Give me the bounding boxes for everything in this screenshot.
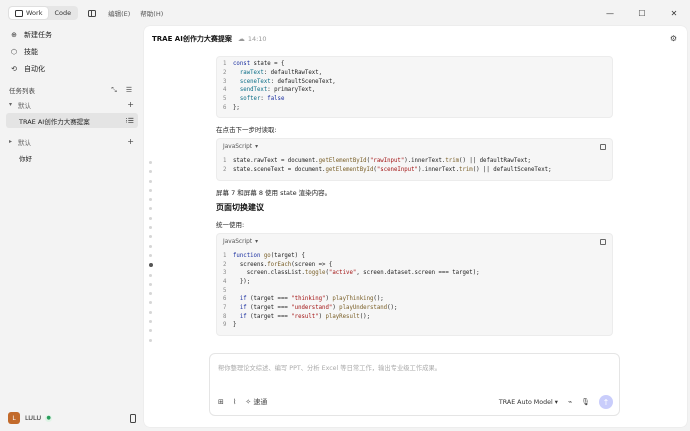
task-group-default-2[interactable]: ▸ 默认 + xyxy=(0,134,144,149)
work-icon xyxy=(15,9,23,17)
chat-input-placeholder[interactable]: 帮你整理论文综述、编写 PPT、分析 Excel 等日常工作，输出专业级工作成果… xyxy=(218,363,441,372)
title-bar: Work Code 编辑(E) 帮助(H) — ☐ ✕ xyxy=(0,0,690,26)
timestamp: 14:10 xyxy=(247,35,267,43)
task-menu-icon[interactable]: ⁝☰ xyxy=(125,117,134,125)
avatar: L xyxy=(8,412,20,424)
attach-icon[interactable]: ⌇ xyxy=(233,398,236,406)
message-content: 1 const state = { 2 rawText: defaultRawTe… xyxy=(216,56,613,336)
paragraph: 在点击下一步时读取: xyxy=(216,126,277,135)
sidebar-item-new-task[interactable]: ⊕ 新建任务 xyxy=(0,26,144,43)
copy-icon[interactable] xyxy=(600,144,606,151)
main-header: TRAE AI创作力大赛提案 ☁ 14:10 xyxy=(144,26,687,52)
chevron-down-icon: ▾ xyxy=(9,101,13,108)
new-task-icon: ⊕ xyxy=(11,30,17,39)
phone-icon[interactable] xyxy=(130,413,136,423)
microphone-icon[interactable]: 🎙 xyxy=(581,398,590,406)
paragraph: 屏幕 7 和屏幕 8 使用 state 渲染内容。 xyxy=(216,188,332,197)
code-block: JavaScript ▾ 1 state.rawText = document. g… xyxy=(216,138,613,181)
voice-wave-icon[interactable]: ⌁ xyxy=(568,398,572,406)
code-block: 1 const state = { 2 rawText: defaultRawTe… xyxy=(216,56,613,119)
sidebar-item-automation[interactable]: ⟲ 自动化 xyxy=(0,60,144,77)
window-controls: — ☐ ✕ xyxy=(594,0,690,26)
add-task-icon[interactable]: + xyxy=(127,100,134,109)
main-panel: TRAE AI创作力大赛提案 ☁ 14:10 ⚙ 1 const state = … xyxy=(144,26,687,427)
sidebar: ⊕ 新建任务 ⬡ 技能 ⟲ 自动化 任务列表 ⤡ ☰ ▾ 默认 + TRAE A… xyxy=(0,26,144,431)
collapse-icon[interactable]: ⤡ xyxy=(109,86,119,95)
mode-switcher: Work Code xyxy=(8,6,79,20)
sidebar-item-skills[interactable]: ⬡ 技能 xyxy=(0,43,144,60)
close-icon[interactable]: ✕ xyxy=(658,0,690,26)
task-item[interactable]: 你好 xyxy=(6,150,138,165)
automation-icon: ⟲ xyxy=(11,64,17,73)
user-profile[interactable]: L LULU ● xyxy=(8,411,136,425)
code-block: JavaScript ▾ 1 function go (target) { 2 sc… xyxy=(216,232,613,336)
chevron-right-icon: ▸ xyxy=(9,138,13,145)
chevron-down-icon: ▾ xyxy=(255,144,258,151)
add-task-icon[interactable]: + xyxy=(127,137,134,146)
task-group-default[interactable]: ▾ 默认 + xyxy=(0,97,144,112)
minimize-icon[interactable]: — xyxy=(594,0,626,26)
task-item[interactable]: TRAE AI创作力大赛提案 ⁝☰ xyxy=(6,113,138,128)
code-language[interactable]: JavaScript xyxy=(223,239,252,245)
sidebar-toggle-icon[interactable] xyxy=(88,9,97,17)
mode-work-tab[interactable]: Work xyxy=(9,7,49,19)
chevron-down-icon: ▾ xyxy=(255,238,258,245)
task-list-header: 任务列表 ⤡ ☰ xyxy=(9,85,134,96)
model-selector[interactable]: TRAE Auto Model ▾ xyxy=(499,399,558,406)
section-heading: 页面切换建议 xyxy=(216,203,264,212)
status-badge-icon: ● xyxy=(45,414,53,422)
add-context-icon[interactable]: ⊞ xyxy=(218,398,224,406)
send-button[interactable]: ↑ xyxy=(599,395,613,409)
paragraph: 统一使用: xyxy=(216,220,245,229)
code-language[interactable]: JavaScript xyxy=(223,144,252,150)
composer-toolbar: ⊞ ⌇ ✧ 速通 TRAE Auto Model ▾ ⌁ 🎙 ↑ xyxy=(218,395,613,409)
filter-icon[interactable]: ☰ xyxy=(124,86,134,94)
menu-help[interactable]: 帮助(H) xyxy=(140,8,163,18)
menu-bar: 编辑(E) 帮助(H) xyxy=(108,8,163,18)
user-name: LULU xyxy=(25,414,42,422)
mode-code-tab[interactable]: Code xyxy=(48,7,77,19)
skill-icon: ⬡ xyxy=(10,47,18,56)
menu-edit[interactable]: 编辑(E) xyxy=(108,8,130,18)
cloud-icon: ☁ xyxy=(237,35,245,43)
settings-sliders-icon[interactable]: ⚙ xyxy=(670,34,677,43)
speed-mode-button[interactable]: ✧ 速通 xyxy=(245,397,267,407)
copy-icon[interactable] xyxy=(600,238,606,245)
scroll-indicator[interactable] xyxy=(148,161,153,348)
page-title: TRAE AI创作力大赛提案 xyxy=(152,35,232,43)
chat-input-box[interactable]: 帮你整理论文综述、编写 PPT、分析 Excel 等日常工作，输出专业级工作成果… xyxy=(209,353,620,416)
maximize-icon[interactable]: ☐ xyxy=(626,0,658,26)
